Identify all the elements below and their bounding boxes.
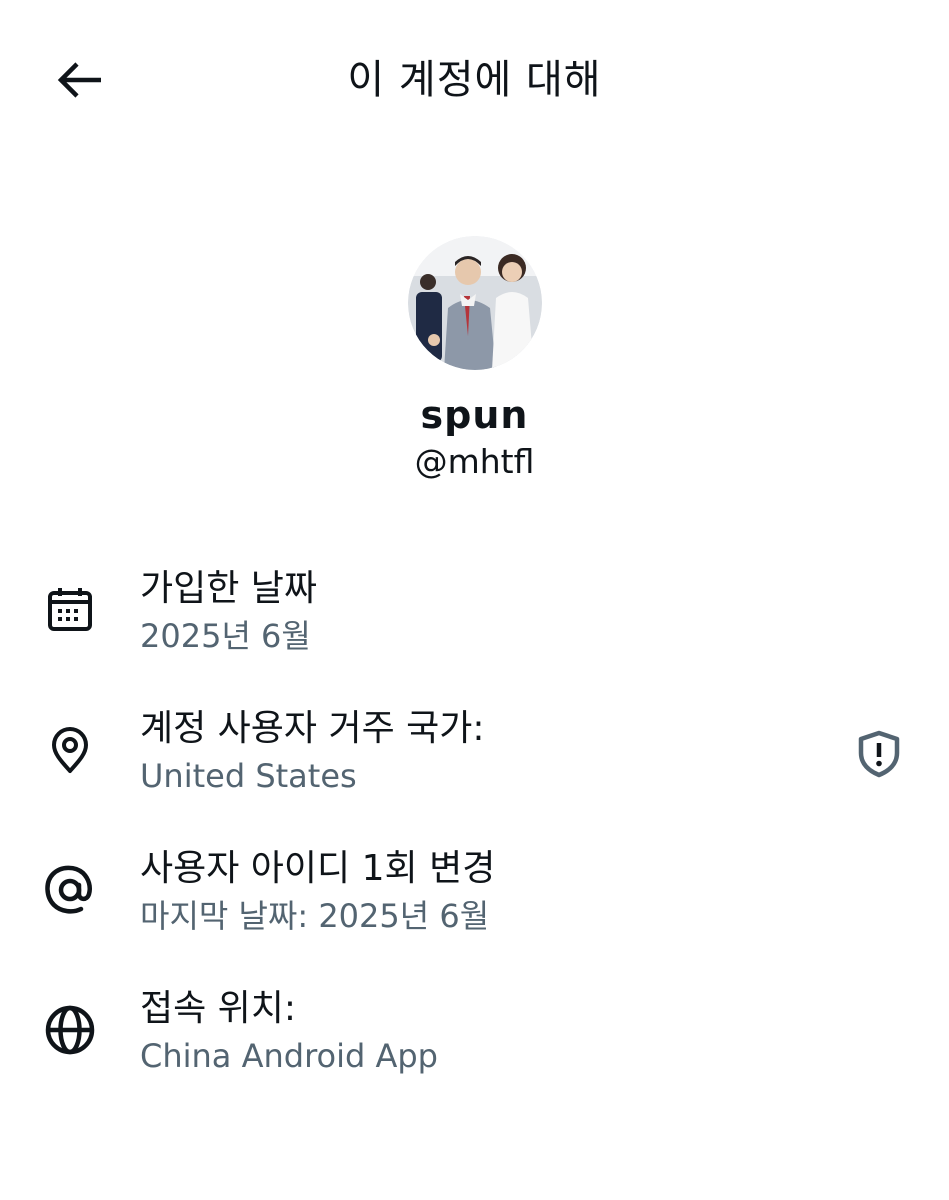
display-name: spun <box>420 393 529 437</box>
profile-summary: spun @mhtfl <box>0 236 949 484</box>
top-bar: 이 계정에 대해 <box>0 0 949 160</box>
globe-icon <box>38 998 102 1062</box>
username-change-value: 마지막 날짜: 2025년 6월 <box>140 897 490 935</box>
username-change-label: 사용자 아이디 1회 변경 <box>140 848 496 889</box>
connected-via-value: China Android App <box>140 1037 438 1075</box>
avatar[interactable] <box>407 236 542 370</box>
info-row-connected-via: 접속 위치: China Android App <box>0 980 949 1120</box>
at-sign-icon <box>38 858 102 922</box>
page-title: 이 계정에 대해 <box>347 57 602 103</box>
username-handle: @mhtfl <box>414 442 535 481</box>
calendar-icon <box>38 578 102 642</box>
info-row-country: 계정 사용자 거주 국가: United States <box>0 700 949 840</box>
country-info-button[interactable] <box>847 722 911 786</box>
location-pin-icon <box>38 718 102 782</box>
joined-value: 2025년 6월 <box>140 617 311 655</box>
info-text: 계정 사용자 거주 국가: United States <box>140 704 485 798</box>
connected-via-label: 접속 위치: <box>140 988 297 1029</box>
shield-alert-icon <box>858 730 900 778</box>
account-info-list: 가입한 날짜 2025년 6월 계정 사용자 거주 국가: United Sta… <box>0 560 949 1120</box>
joined-label: 가입한 날짜 <box>140 568 318 609</box>
country-label: 계정 사용자 거주 국가: <box>140 708 485 749</box>
info-text: 접속 위치: China Android App <box>140 984 438 1078</box>
info-text: 가입한 날짜 2025년 6월 <box>140 564 317 658</box>
info-row-username-change: 사용자 아이디 1회 변경 마지막 날짜: 2025년 6월 <box>0 840 949 980</box>
info-text: 사용자 아이디 1회 변경 마지막 날짜: 2025년 6월 <box>140 844 495 938</box>
country-value: United States <box>140 757 357 795</box>
info-row-joined: 가입한 날짜 2025년 6월 <box>0 560 949 700</box>
